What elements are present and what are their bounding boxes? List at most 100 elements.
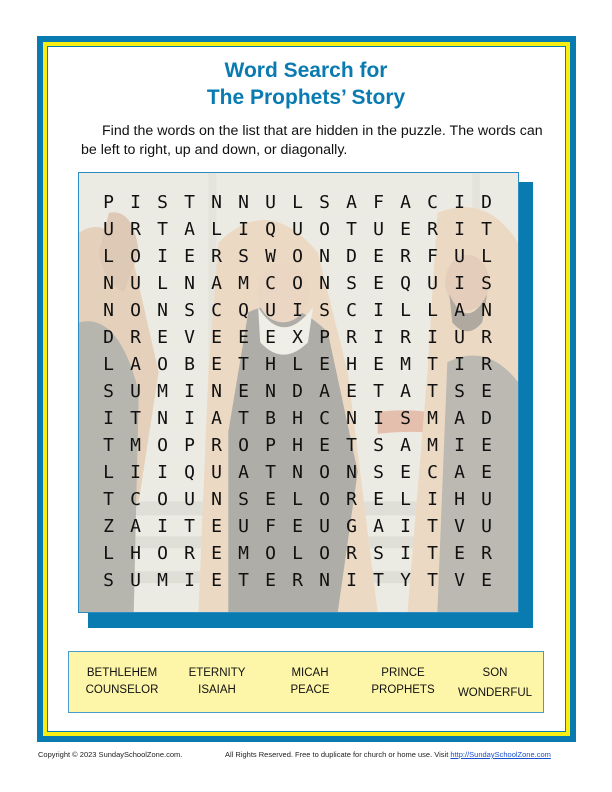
grid-letter[interactable]: T xyxy=(419,513,446,540)
grid-letter[interactable]: N xyxy=(230,189,257,216)
grid-letter[interactable]: Q xyxy=(176,459,203,486)
grid-letter[interactable]: C xyxy=(419,189,446,216)
grid-letter[interactable]: D xyxy=(338,243,365,270)
grid-letter[interactable]: U xyxy=(419,270,446,297)
grid-letter[interactable]: R xyxy=(284,567,311,594)
grid-letter[interactable]: A xyxy=(392,378,419,405)
grid-letter[interactable]: N xyxy=(203,486,230,513)
grid-letter[interactable]: D xyxy=(473,405,500,432)
grid-letter[interactable]: A xyxy=(338,189,365,216)
grid-letter[interactable]: O xyxy=(257,540,284,567)
grid-letter[interactable]: N xyxy=(203,189,230,216)
grid-letter[interactable]: P xyxy=(311,324,338,351)
grid-letter[interactable]: V xyxy=(446,567,473,594)
grid-letter[interactable]: E xyxy=(473,432,500,459)
grid-letter[interactable]: R xyxy=(419,216,446,243)
grid-letter[interactable]: N xyxy=(149,405,176,432)
grid-letter[interactable]: H xyxy=(122,540,149,567)
grid-letter[interactable]: O xyxy=(149,486,176,513)
grid-letter[interactable]: E xyxy=(203,324,230,351)
grid-letter[interactable]: M xyxy=(122,432,149,459)
grid-letter[interactable]: Z xyxy=(95,513,122,540)
grid-letter[interactable]: R xyxy=(338,540,365,567)
grid-letter[interactable]: O xyxy=(149,540,176,567)
grid-letter[interactable]: A xyxy=(392,432,419,459)
grid-letter[interactable]: E xyxy=(203,567,230,594)
grid-letter[interactable]: E xyxy=(473,459,500,486)
grid-letter[interactable]: Q xyxy=(257,216,284,243)
grid-letter[interactable]: M xyxy=(419,432,446,459)
grid-letter[interactable]: A xyxy=(122,513,149,540)
grid-letter[interactable]: T xyxy=(338,216,365,243)
grid-letter[interactable]: U xyxy=(122,270,149,297)
grid-letter[interactable]: E xyxy=(365,486,392,513)
grid-letter[interactable]: E xyxy=(176,243,203,270)
grid-letter[interactable]: E xyxy=(257,486,284,513)
grid-letter[interactable]: S xyxy=(311,297,338,324)
grid-letter[interactable]: T xyxy=(419,378,446,405)
grid-letter[interactable]: S xyxy=(95,378,122,405)
grid-letter[interactable]: N xyxy=(311,567,338,594)
grid-letter[interactable]: H xyxy=(284,432,311,459)
grid-letter[interactable]: A xyxy=(203,405,230,432)
grid-letter[interactable]: E xyxy=(365,351,392,378)
grid-letter[interactable]: S xyxy=(176,297,203,324)
footer-website-link[interactable]: http://SundaySchoolZone.com xyxy=(450,750,550,759)
grid-letter[interactable]: R xyxy=(122,324,149,351)
grid-letter[interactable]: I xyxy=(365,297,392,324)
grid-letter[interactable]: A xyxy=(122,351,149,378)
grid-letter[interactable]: P xyxy=(95,189,122,216)
grid-letter[interactable]: N xyxy=(311,243,338,270)
grid-letter[interactable]: T xyxy=(176,189,203,216)
grid-letter[interactable]: V xyxy=(446,513,473,540)
grid-letter[interactable]: R xyxy=(473,324,500,351)
grid-letter[interactable]: O xyxy=(284,243,311,270)
grid-letter[interactable]: U xyxy=(122,567,149,594)
grid-letter[interactable]: D xyxy=(95,324,122,351)
grid-letter[interactable]: E xyxy=(473,378,500,405)
grid-letter[interactable]: E xyxy=(257,567,284,594)
grid-letter[interactable]: I xyxy=(419,486,446,513)
grid-letter[interactable]: I xyxy=(176,378,203,405)
grid-letter[interactable]: T xyxy=(95,486,122,513)
grid-letter[interactable]: B xyxy=(257,405,284,432)
grid-letter[interactable]: M xyxy=(149,378,176,405)
grid-letter[interactable]: H xyxy=(446,486,473,513)
grid-letter[interactable]: F xyxy=(257,513,284,540)
grid-letter[interactable]: L xyxy=(95,243,122,270)
grid-letter[interactable]: U xyxy=(311,513,338,540)
grid-letter[interactable]: P xyxy=(176,432,203,459)
grid-letter[interactable]: M xyxy=(419,405,446,432)
grid-letter[interactable]: I xyxy=(446,432,473,459)
grid-letter[interactable]: F xyxy=(419,243,446,270)
grid-letter[interactable]: S xyxy=(95,567,122,594)
grid-letter[interactable]: T xyxy=(230,567,257,594)
grid-letter[interactable]: T xyxy=(257,459,284,486)
grid-letter[interactable]: W xyxy=(257,243,284,270)
grid-letter[interactable]: O xyxy=(311,486,338,513)
grid-letter[interactable]: E xyxy=(311,351,338,378)
grid-letter[interactable]: T xyxy=(365,567,392,594)
grid-letter[interactable]: H xyxy=(338,351,365,378)
grid-letter[interactable]: C xyxy=(203,297,230,324)
grid-letter[interactable]: T xyxy=(419,567,446,594)
grid-letter[interactable]: T xyxy=(473,216,500,243)
grid-letter[interactable]: U xyxy=(203,459,230,486)
grid-letter[interactable]: U xyxy=(473,486,500,513)
grid-letter[interactable]: I xyxy=(446,189,473,216)
grid-letter[interactable]: R xyxy=(473,351,500,378)
grid-letter[interactable]: N xyxy=(203,378,230,405)
grid-letter[interactable]: U xyxy=(176,486,203,513)
grid-letter[interactable]: R xyxy=(203,243,230,270)
grid-letter[interactable]: A xyxy=(365,513,392,540)
grid-letter[interactable]: T xyxy=(95,432,122,459)
grid-letter[interactable]: N xyxy=(338,405,365,432)
grid-letter[interactable]: E xyxy=(257,324,284,351)
grid-letter[interactable]: T xyxy=(419,351,446,378)
grid-letter[interactable]: U xyxy=(446,324,473,351)
grid-letter[interactable]: L xyxy=(203,216,230,243)
grid-letter[interactable]: N xyxy=(473,297,500,324)
grid-letter[interactable]: D xyxy=(284,378,311,405)
grid-letter[interactable]: I xyxy=(176,405,203,432)
grid-letter[interactable]: L xyxy=(419,297,446,324)
